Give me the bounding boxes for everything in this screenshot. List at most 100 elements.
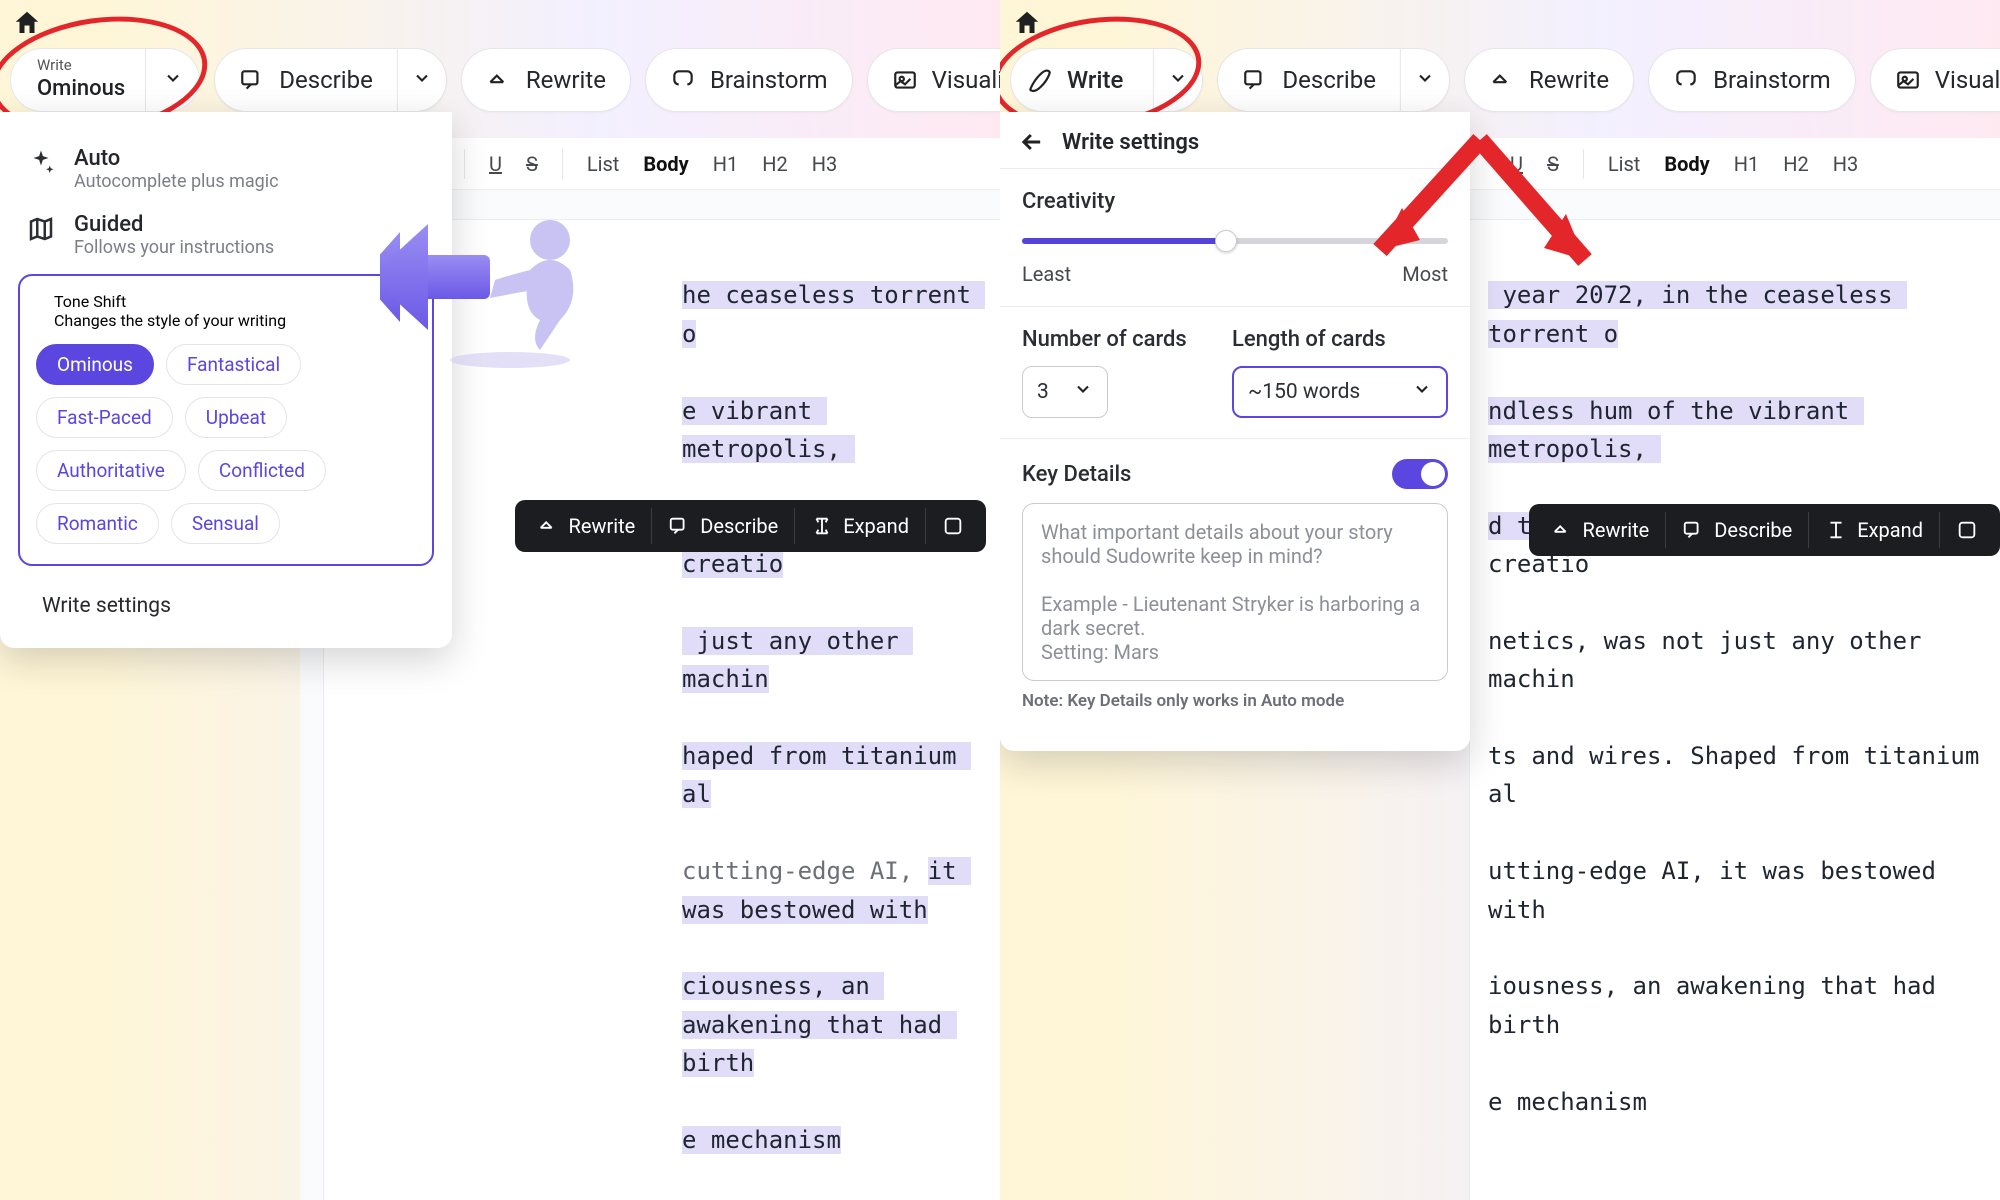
describe-icon xyxy=(1682,519,1704,541)
write-button[interactable]: Write xyxy=(1010,48,1153,112)
key-details-section: Key Details What important details about… xyxy=(1000,438,1470,731)
write-mode-label: Ominous xyxy=(37,76,125,101)
write-dropdown-caret[interactable] xyxy=(146,48,200,112)
tone-chip-sensual[interactable]: Sensual xyxy=(171,503,280,544)
tone-chip-fast-paced[interactable]: Fast-Paced xyxy=(36,397,173,438)
fmt-body[interactable]: Body xyxy=(1664,152,1709,176)
creativity-section: Creativity Least Most xyxy=(1000,168,1470,306)
format-bar: U S List Body H1 H2 H3 xyxy=(1470,138,2000,190)
describe-caret[interactable] xyxy=(1400,48,1450,112)
creativity-label: Creativity xyxy=(1022,189,1448,214)
rewrite-icon xyxy=(1489,67,1515,93)
mode-guided-title: Guided xyxy=(74,212,274,237)
fmt-h2[interactable]: H2 xyxy=(762,152,788,176)
brainstorm-button[interactable]: Brainstorm xyxy=(645,48,853,112)
document-page[interactable]: year 2072, in the ceaseless torrent o nd… xyxy=(1470,220,2000,1200)
visualize-icon xyxy=(1895,67,1921,93)
tone-chip-upbeat[interactable]: Upbeat xyxy=(185,397,287,438)
mode-auto-title: Auto xyxy=(74,146,279,171)
mode-guided-sub: Follows your instructions xyxy=(74,237,274,258)
describe-caret[interactable] xyxy=(397,48,447,112)
chevron-down-icon xyxy=(163,68,183,92)
home-icon[interactable] xyxy=(10,6,44,40)
slider-least: Least xyxy=(1022,262,1071,286)
rewrite-label: Rewrite xyxy=(526,66,606,94)
num-cards-label: Number of cards xyxy=(1022,327,1192,352)
sel-expand[interactable]: Expand xyxy=(795,500,925,552)
fmt-h3[interactable]: H3 xyxy=(1833,152,1859,176)
brainstorm-icon xyxy=(670,67,696,93)
main-toolbar: Write Describe Rewrite Brainstorm xyxy=(1010,42,2000,118)
chevron-down-icon xyxy=(1415,66,1435,94)
write-dropdown-caret[interactable] xyxy=(1153,48,1203,112)
write-label: Write xyxy=(1067,66,1123,94)
brainstorm-label: Brainstorm xyxy=(710,66,828,94)
main-toolbar: Write Ominous Describe Rewrite Brainst xyxy=(10,42,1000,118)
back-arrow-icon[interactable] xyxy=(1018,128,1046,156)
fmt-underline[interactable]: U xyxy=(489,152,502,176)
chevron-down-icon xyxy=(1168,66,1188,94)
tone-chip-romantic[interactable]: Romantic xyxy=(36,503,159,544)
creativity-slider[interactable] xyxy=(1022,228,1448,252)
visualize-label: Visualize xyxy=(1935,66,2000,94)
sel-more[interactable] xyxy=(1940,504,1994,556)
write-settings-link[interactable]: Write settings xyxy=(18,588,434,624)
write-label-small: Write xyxy=(37,58,125,73)
len-cards-select[interactable]: ~150 words xyxy=(1232,366,1448,418)
len-cards-value: ~150 words xyxy=(1248,380,1360,404)
visualize-button[interactable]: Visualize xyxy=(1870,48,2000,112)
visualize-button[interactable]: Visualize xyxy=(867,48,1000,112)
rewrite-button[interactable]: Rewrite xyxy=(461,48,631,112)
describe-button[interactable]: Describe xyxy=(1217,48,1400,112)
mode-guided[interactable]: GuidedFollows your instructions xyxy=(18,202,434,268)
key-details-note: Note: Key Details only works in Auto mod… xyxy=(1022,691,1448,711)
tone-chip-fantastical[interactable]: Fantastical xyxy=(166,344,301,385)
rewrite-icon xyxy=(486,67,512,93)
cards-section: Number of cards 3 Length of cards ~150 w… xyxy=(1000,306,1470,438)
fmt-list[interactable]: List xyxy=(1608,152,1641,176)
sel-describe[interactable]: Describe xyxy=(652,500,794,552)
document-text: he ceaseless torrent o e vibrant metropo… xyxy=(682,238,982,1198)
fmt-body[interactable]: Body xyxy=(643,152,688,176)
mode-auto[interactable]: AutoAutocomplete plus magic xyxy=(18,136,434,202)
fmt-h1[interactable]: H1 xyxy=(713,152,739,176)
visualize-icon xyxy=(892,67,918,93)
fmt-list[interactable]: List xyxy=(587,152,620,176)
tone-chip-conflicted[interactable]: Conflicted xyxy=(198,450,326,491)
tone-chip-authoritative[interactable]: Authoritative xyxy=(36,450,186,491)
fmt-h2[interactable]: H2 xyxy=(1783,152,1809,176)
sel-rewrite[interactable]: Rewrite xyxy=(521,500,652,552)
key-details-label: Key Details xyxy=(1022,462,1131,487)
map-pin-icon xyxy=(26,214,56,244)
sel-expand[interactable]: Expand xyxy=(1809,504,1939,556)
home-icon[interactable] xyxy=(1010,6,1044,40)
sel-rewrite[interactable]: Rewrite xyxy=(1535,504,1666,556)
sel-more[interactable] xyxy=(926,500,980,552)
fmt-h1[interactable]: H1 xyxy=(1734,152,1760,176)
tone-chip-ominous[interactable]: Ominous xyxy=(36,344,154,385)
brainstorm-button[interactable]: Brainstorm xyxy=(1648,48,1856,112)
fmt-h3[interactable]: H3 xyxy=(812,152,838,176)
rewrite-icon xyxy=(1551,519,1573,541)
len-cards-label: Length of cards xyxy=(1232,327,1448,352)
num-cards-value: 3 xyxy=(1037,380,1049,404)
expand-icon xyxy=(1825,519,1847,541)
fmt-underline[interactable]: U xyxy=(1510,152,1523,176)
describe-icon xyxy=(1242,67,1268,93)
describe-label: Describe xyxy=(1282,66,1376,94)
brainstorm-label: Brainstorm xyxy=(1713,66,1831,94)
write-button[interactable]: Write Ominous xyxy=(10,48,146,112)
fmt-strike[interactable]: S xyxy=(526,152,538,176)
key-details-textarea[interactable]: What important details about your story … xyxy=(1022,503,1448,681)
describe-button[interactable]: Describe xyxy=(214,48,397,112)
key-details-toggle[interactable] xyxy=(1392,459,1448,489)
fmt-strike[interactable]: S xyxy=(1547,152,1559,176)
sparkle-icon xyxy=(26,148,56,178)
tone-sub: Changes the style of your writing xyxy=(54,311,286,330)
rewrite-button[interactable]: Rewrite xyxy=(1464,48,1634,112)
num-cards-select[interactable]: 3 xyxy=(1022,366,1108,418)
chevron-down-icon xyxy=(1412,379,1432,405)
more-icon xyxy=(1956,519,1978,541)
sel-describe[interactable]: Describe xyxy=(1666,504,1808,556)
tone-title: Tone Shift xyxy=(54,292,286,311)
